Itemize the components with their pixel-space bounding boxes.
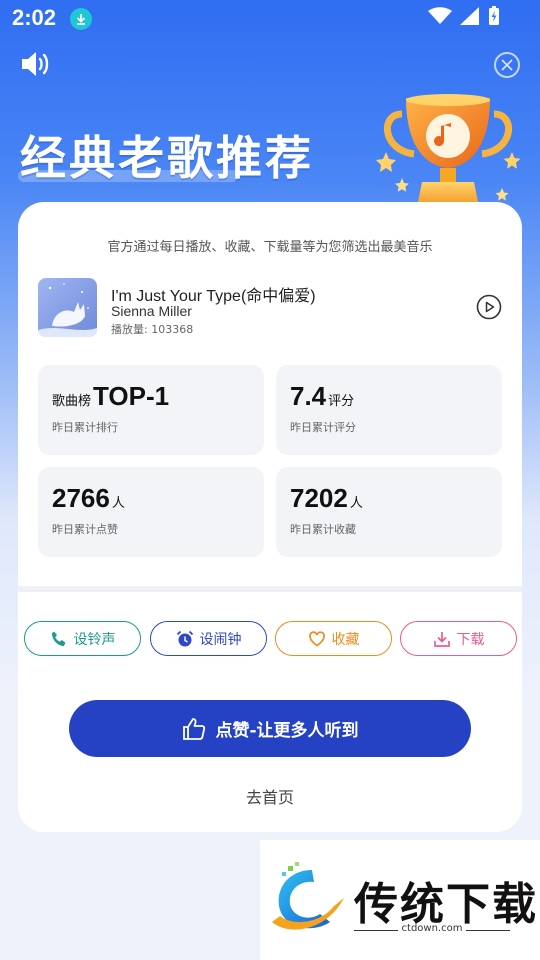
status-time: 2:02 — [12, 5, 57, 30]
stat-rank-value: TOP-1 — [93, 381, 170, 411]
stat-rank-prefix: 歌曲榜 — [52, 394, 92, 409]
stat-score: 7.4 评分 昨日累计评分 — [276, 365, 502, 455]
stat-favorites-value: 7202 — [290, 483, 348, 513]
download-icon — [433, 631, 450, 647]
close-button[interactable] — [494, 52, 520, 78]
stat-favorites: 7202 人 昨日累计收藏 — [276, 467, 502, 557]
watermark-logo — [272, 862, 344, 930]
trophy-icon — [376, 94, 521, 212]
wifi-icon — [428, 7, 452, 24]
speaker-icon[interactable] — [20, 50, 50, 82]
stat-score-caption: 昨日累计评分 — [290, 421, 356, 434]
download-notification-icon — [70, 8, 92, 30]
stat-likes-unit: 人 — [111, 496, 125, 511]
favorite-button[interactable]: 收藏 — [275, 621, 392, 656]
song-artist: Sienna Miller — [111, 303, 192, 319]
stat-score-value: 7.4 — [290, 381, 327, 411]
thumbs-up-icon — [183, 717, 206, 740]
song-row[interactable]: I'm Just Your Type(命中偏爱) Sienna Miller 播… — [38, 278, 502, 338]
battery-icon — [489, 6, 499, 25]
set-alarm-label: 设闹钟 — [199, 631, 242, 648]
phone-icon — [51, 631, 65, 646]
set-ringtone-label: 设铃声 — [73, 631, 116, 648]
heart-icon — [308, 630, 325, 647]
stat-score-unit: 评分 — [328, 394, 355, 409]
stat-favorites-unit: 人 — [349, 496, 363, 511]
watermark-url: ctdown.com — [401, 923, 463, 934]
stat-rank: 歌曲榜TOP-1 昨日累计排行 — [38, 365, 264, 455]
album-cover — [38, 278, 97, 337]
play-icon[interactable] — [476, 294, 502, 320]
download-button[interactable]: 下载 — [400, 621, 517, 656]
action-bar: 设铃声 设闹钟 收藏 下载 — [24, 621, 517, 657]
download-label: 下载 — [456, 631, 485, 648]
stat-likes-caption: 昨日累计点赞 — [52, 523, 118, 536]
set-alarm-button[interactable]: 设闹钟 — [150, 621, 267, 656]
card-subtitle: 官方通过每日播放、收藏、下载量等为您筛选出最美音乐 — [107, 240, 433, 255]
signal-icon — [460, 7, 479, 25]
go-home-link[interactable]: 去首页 — [18, 784, 522, 808]
like-button[interactable]: 点赞-让更多人听到 — [69, 700, 471, 757]
set-ringtone-button[interactable]: 设铃声 — [24, 621, 141, 656]
recommendation-card: 官方通过每日播放、收藏、下载量等为您筛选出最美音乐 I'm Just Your … — [18, 202, 522, 832]
song-play-count: 播放量: 103368 — [111, 323, 194, 336]
watermark: 传统下载 ctdown.com — [260, 840, 540, 960]
status-bar: 2:02 — [0, 0, 540, 38]
favorite-label: 收藏 — [331, 631, 360, 648]
stat-likes: 2766 人 昨日累计点赞 — [38, 467, 264, 557]
stat-likes-value: 2766 — [52, 483, 110, 513]
stat-favorites-caption: 昨日累计收藏 — [290, 523, 356, 536]
divider — [18, 586, 522, 592]
like-button-label: 点赞-让更多人听到 — [215, 721, 359, 741]
alarm-clock-icon — [176, 630, 193, 646]
close-icon — [501, 59, 513, 71]
stat-rank-caption: 昨日累计排行 — [52, 421, 118, 434]
page-title: 经典老歌推荐 — [20, 132, 314, 184]
